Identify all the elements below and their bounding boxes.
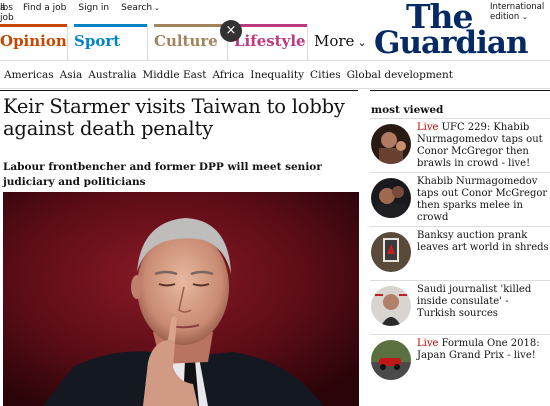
article-standfirst: Labour frontbencher and former DPP will … bbox=[3, 161, 322, 188]
item-thumbnail bbox=[371, 286, 411, 326]
divider bbox=[370, 90, 550, 91]
portrait-photo bbox=[3, 192, 359, 406]
pillar-culture-label: Culture bbox=[154, 32, 218, 50]
find-a-job-link[interactable]: Find a job bbox=[23, 3, 66, 13]
utility-links: Find a job Sign in Search ⌄ bbox=[23, 3, 160, 13]
most-viewed-item[interactable]: Live Formula One 2018: Japan Grand Prix … bbox=[370, 334, 550, 386]
most-viewed-item[interactable]: Banksy auction prank leaves art world in… bbox=[370, 226, 550, 278]
item-headline: Saudi journalist 'killed inside consulat… bbox=[417, 284, 532, 319]
pillar-opinion-label: Opinion bbox=[0, 32, 67, 50]
pillar-lifestyle-label: Lifestyle bbox=[234, 32, 306, 50]
guardian-logo[interactable]: The Guardian bbox=[374, 0, 550, 60]
subnav-item[interactable]: Global development bbox=[347, 69, 453, 81]
item-thumbnail bbox=[371, 232, 411, 272]
close-icon: × bbox=[225, 23, 237, 38]
chevron-down-icon: ⌄ bbox=[154, 4, 160, 12]
divider bbox=[0, 90, 358, 91]
divider bbox=[67, 24, 68, 60]
item-text: Banksy auction prank leaves art world in… bbox=[417, 230, 549, 254]
item-text: Khabib Nurmagomedov taps out Conor McGre… bbox=[417, 176, 549, 224]
subnav-item[interactable]: Inequality bbox=[250, 69, 304, 81]
sign-in-link[interactable]: Sign in bbox=[78, 3, 109, 13]
most-viewed-title: most viewed bbox=[371, 104, 444, 116]
item-headline: Khabib Nurmagomedov taps out Conor McGre… bbox=[417, 176, 548, 223]
search-label: Search bbox=[121, 3, 153, 13]
jobs-partial: lbs bbox=[0, 3, 13, 13]
pillar-opinion[interactable]: Opinion bbox=[0, 24, 74, 60]
article-headline: Keir Starmer visits Taiwan to lobby agai… bbox=[3, 95, 345, 140]
search-button[interactable]: Search ⌄ bbox=[121, 3, 160, 13]
item-headline: Banksy auction prank leaves art world in… bbox=[417, 230, 549, 253]
pillar-opinion-bar bbox=[0, 24, 68, 27]
most-viewed-item[interactable]: Khabib Nurmagomedov taps out Conor McGre… bbox=[370, 172, 550, 224]
divider bbox=[147, 24, 148, 60]
partial-link[interactable]: lbs bbox=[0, 3, 13, 13]
subnav-item[interactable]: Cities bbox=[310, 69, 341, 81]
pillar-lifestyle-bar bbox=[234, 24, 308, 27]
subnav-item[interactable]: Asia bbox=[60, 69, 83, 81]
item-thumbnail bbox=[371, 124, 411, 164]
divider bbox=[307, 24, 308, 60]
live-label: Live bbox=[417, 122, 439, 133]
article-main-image bbox=[3, 192, 359, 406]
logo-line-guardian: Guardian bbox=[374, 25, 529, 61]
pillar-more[interactable]: More ⌄ bbox=[314, 24, 374, 60]
item-text: Live Formula One 2018: Japan Grand Prix … bbox=[417, 338, 549, 362]
subnav-item[interactable]: Australia bbox=[88, 69, 136, 81]
pillar-nav: Opinion Sport Culture Lifestyle More ⌄ bbox=[0, 24, 374, 60]
chevron-down-icon: ⌄ bbox=[357, 36, 367, 49]
pillar-more-label: More bbox=[314, 32, 355, 50]
sub-nav: Americas Asia Australia Middle East Africa In… bbox=[0, 60, 550, 89]
pillar-culture-bar bbox=[154, 24, 228, 27]
item-text: Live UFC 229: Khabib Nurmagomedov taps o… bbox=[417, 122, 549, 170]
pillar-sport-bar bbox=[74, 24, 148, 27]
most-viewed-item[interactable]: Saudi journalist 'killed inside consulat… bbox=[370, 280, 550, 332]
most-viewed-item[interactable]: Live UFC 229: Khabib Nurmagomedov taps o… bbox=[370, 118, 550, 170]
pillar-sport[interactable]: Sport bbox=[74, 24, 154, 60]
item-thumbnail bbox=[371, 178, 411, 218]
subnav-item[interactable]: Africa bbox=[212, 69, 244, 81]
pillar-sport-label: Sport bbox=[74, 32, 121, 50]
subnav-item[interactable]: Middle East bbox=[142, 69, 206, 81]
item-thumbnail bbox=[371, 340, 411, 380]
pillar-lifestyle[interactable]: Lifestyle bbox=[234, 24, 314, 60]
live-label: Live bbox=[417, 338, 439, 349]
subnav-item[interactable]: Americas bbox=[4, 69, 54, 81]
close-button[interactable]: × bbox=[220, 20, 242, 42]
item-text: Saudi journalist 'killed inside consulat… bbox=[417, 284, 549, 320]
